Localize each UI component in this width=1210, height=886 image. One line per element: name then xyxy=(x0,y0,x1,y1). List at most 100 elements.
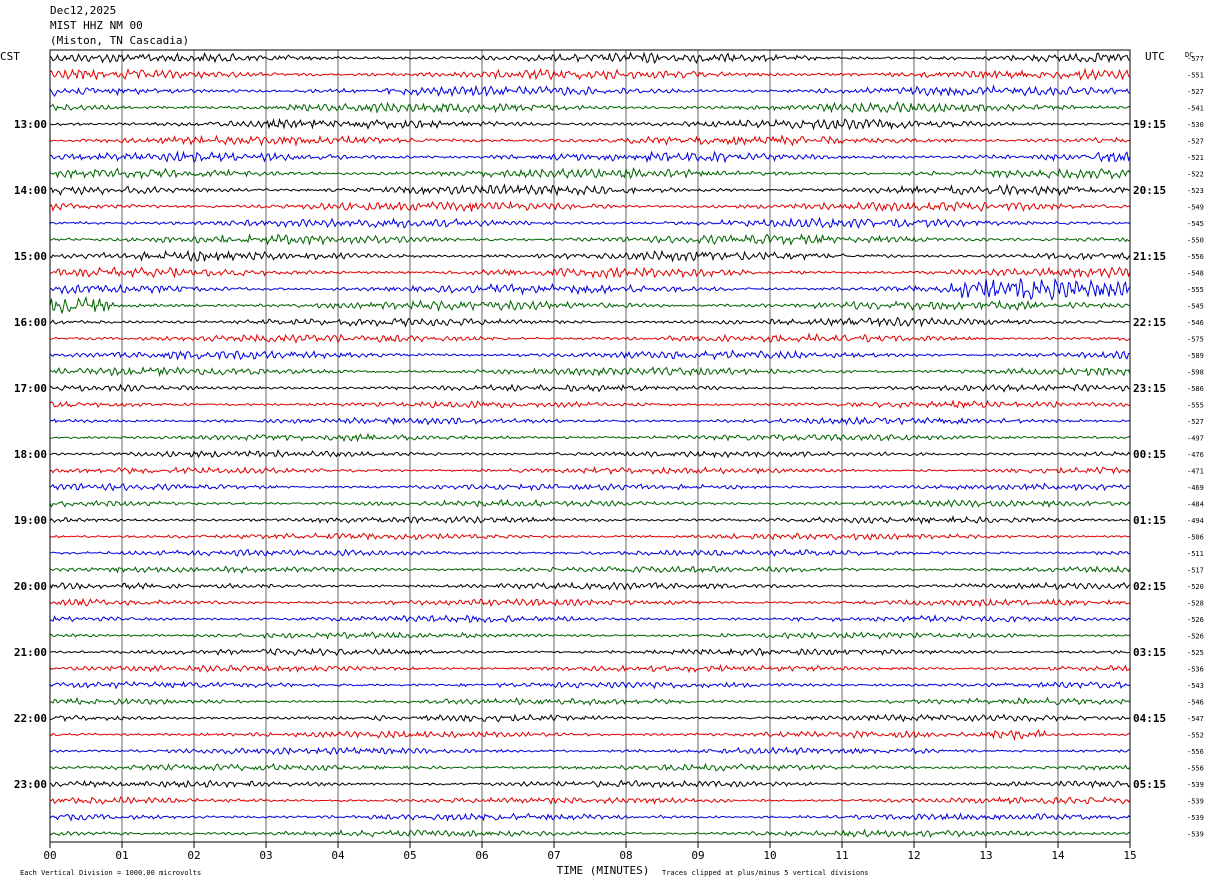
left-time-label: 20:00 xyxy=(14,580,47,593)
right-time-label: 03:15 xyxy=(1133,646,1166,659)
seismic-trace xyxy=(49,482,1131,492)
dc-offset-value: -551 xyxy=(1187,72,1204,80)
x-tick-label: 07 xyxy=(547,849,560,862)
right-time-label: 00:15 xyxy=(1133,448,1166,461)
seismic-trace xyxy=(49,713,1131,723)
dc-offset-value: -521 xyxy=(1187,154,1204,162)
seismic-trace xyxy=(49,581,1131,591)
dc-offset-value: -511 xyxy=(1187,550,1204,558)
dc-offset-value: -528 xyxy=(1187,600,1204,608)
left-time-label: 18:00 xyxy=(14,448,47,461)
right-time-label: 21:15 xyxy=(1133,250,1166,263)
seismic-trace xyxy=(49,51,1131,65)
seismic-trace xyxy=(49,762,1131,772)
dc-offset-value: -546 xyxy=(1187,319,1204,327)
dc-offset-value: -527 xyxy=(1187,138,1204,146)
right-time-axis: 19:15 20:15 21:15 22:15 23:15 00:15 01:15 02:15… xyxy=(1133,118,1166,791)
seismic-trace xyxy=(49,663,1131,674)
dc-offset-value: -506 xyxy=(1187,534,1204,542)
x-tick-label: 03 xyxy=(259,849,272,862)
left-time-label: 23:00 xyxy=(14,778,47,791)
x-tick-label: 01 xyxy=(115,849,128,862)
dc-offset-value: -469 xyxy=(1187,484,1204,492)
dc-offset-value: -539 xyxy=(1187,798,1204,806)
dc-offset-value: -575 xyxy=(1187,336,1204,344)
plot-frame xyxy=(49,49,1131,843)
dc-offset-value: -556 xyxy=(1187,765,1204,773)
dc-offset-value: -541 xyxy=(1187,105,1204,113)
seismic-trace xyxy=(49,416,1131,426)
right-time-label: 04:15 xyxy=(1133,712,1166,725)
dc-offset-value: -527 xyxy=(1187,418,1204,426)
left-zone-label: CST xyxy=(0,50,20,63)
seismic-trace xyxy=(49,150,1131,164)
seismic-trace xyxy=(49,565,1131,574)
seismic-trace xyxy=(49,597,1131,608)
seismic-trace xyxy=(49,796,1131,806)
seismic-trace xyxy=(49,216,1131,230)
trace-group xyxy=(49,51,1131,839)
dc-offset-value: -526 xyxy=(1187,616,1204,624)
dc-offset-value: -555 xyxy=(1187,402,1204,410)
seismic-trace xyxy=(49,67,1131,81)
x-tick-label: 10 xyxy=(763,849,776,862)
right-time-label: 05:15 xyxy=(1133,778,1166,791)
x-tick-label: 15 xyxy=(1123,849,1136,862)
dc-offset-value: -494 xyxy=(1187,517,1204,525)
dc-offset-value: -545 xyxy=(1187,303,1204,311)
dc-offset-value: -539 xyxy=(1187,814,1204,822)
seismic-trace xyxy=(49,399,1131,410)
seismic-trace xyxy=(49,266,1131,280)
seismic-trace xyxy=(49,295,1131,314)
x-tick-label: 08 xyxy=(619,849,632,862)
left-time-label: 13:00 xyxy=(14,118,47,131)
seismic-trace xyxy=(49,383,1131,393)
dc-offset-value: -523 xyxy=(1187,187,1204,195)
dc-offset-column: -577 -551 -527 -541 -530 -527 -521 -522 -523 -549… xyxy=(1187,55,1204,839)
seismic-trace xyxy=(49,432,1131,443)
seismic-trace xyxy=(49,613,1131,624)
left-time-label: 15:00 xyxy=(14,250,47,263)
x-tick-label: 11 xyxy=(835,849,848,862)
x-tick-label: 00 xyxy=(43,849,56,862)
seismic-trace xyxy=(49,249,1131,263)
seismic-trace xyxy=(49,680,1131,690)
dc-offset-value: -555 xyxy=(1187,286,1204,294)
seismic-trace xyxy=(49,183,1131,197)
seismic-trace xyxy=(49,631,1131,640)
dc-offset-value: -546 xyxy=(1187,699,1204,707)
x-tick-label: 02 xyxy=(187,849,200,862)
dc-offset-value: -539 xyxy=(1187,831,1204,839)
left-time-label: 14:00 xyxy=(14,184,47,197)
seismic-trace xyxy=(49,449,1131,459)
left-time-label: 22:00 xyxy=(14,712,47,725)
right-time-label: 22:15 xyxy=(1133,316,1166,329)
x-tick-label: 05 xyxy=(403,849,416,862)
seismic-trace xyxy=(49,349,1131,361)
left-time-label: 21:00 xyxy=(14,646,47,659)
dc-offset-value: -497 xyxy=(1187,435,1204,443)
seismic-trace xyxy=(49,647,1131,657)
x-tick-label: 04 xyxy=(331,849,345,862)
dc-offset-value: -526 xyxy=(1187,633,1204,641)
right-time-label: 02:15 xyxy=(1133,580,1166,593)
dc-offset-value: -552 xyxy=(1187,732,1204,740)
seismic-trace xyxy=(49,100,1131,114)
dc-offset-value: -471 xyxy=(1187,468,1204,476)
dc-offset-value: -484 xyxy=(1187,501,1204,509)
dc-offset-value: -547 xyxy=(1187,715,1204,723)
x-tick-label: 12 xyxy=(907,849,920,862)
seismic-trace xyxy=(49,332,1131,344)
right-time-label: 01:15 xyxy=(1133,514,1166,527)
seismic-trace xyxy=(49,134,1131,147)
left-time-label: 17:00 xyxy=(14,382,47,395)
seismic-trace xyxy=(49,365,1131,378)
seismic-trace xyxy=(49,117,1131,131)
seismic-trace xyxy=(49,84,1131,98)
dc-offset-value: -549 xyxy=(1187,204,1204,212)
dc-offset-value: -556 xyxy=(1187,253,1204,261)
dc-offset-value: -550 xyxy=(1187,237,1204,245)
seismic-trace xyxy=(49,277,1131,301)
dc-offset-value: -543 xyxy=(1187,682,1204,690)
dc-offset-value: -476 xyxy=(1187,451,1204,459)
